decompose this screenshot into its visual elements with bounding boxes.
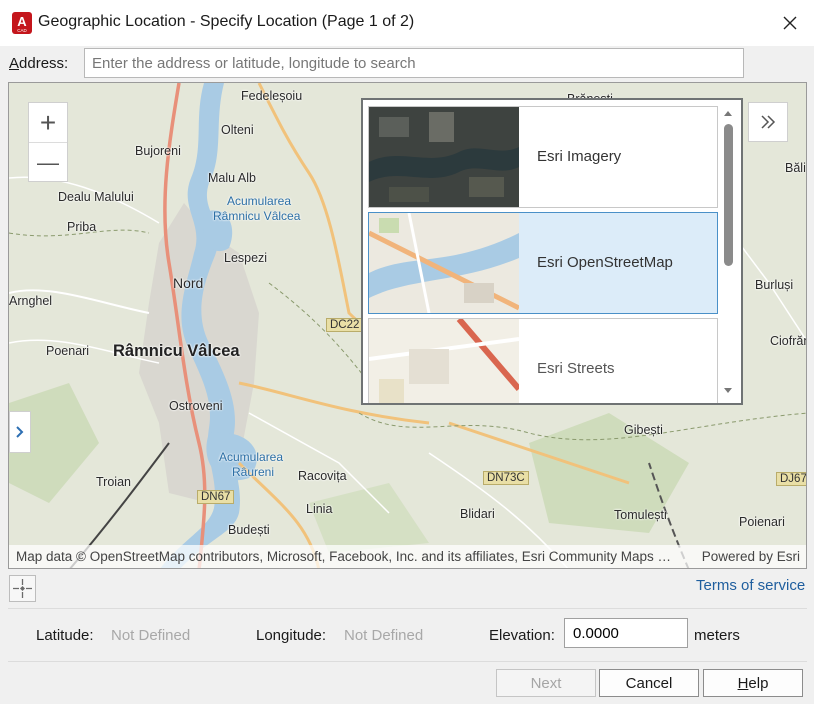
autocad-app-icon: A CAD <box>12 12 32 34</box>
crosshair-locate-icon <box>13 579 32 598</box>
next-button[interactable]: Next <box>496 669 596 697</box>
close-icon <box>783 16 797 30</box>
map-label-olteni: Olteni <box>221 123 254 137</box>
map-label-racovita: Racovița <box>298 469 347 483</box>
latitude-value: Not Defined <box>111 627 191 644</box>
longitude-value: Not Defined <box>344 627 424 644</box>
map-label-dc22: DC22 <box>326 318 364 332</box>
map-label-tomulesti: Tomulești <box>614 508 667 522</box>
double-chevron-right-icon <box>761 115 776 129</box>
basemap-item-esri-openstreetmap[interactable]: Esri OpenStreetMap <box>368 212 718 314</box>
basemap-item-label: Esri Streets <box>537 360 615 377</box>
scroll-up-arrow-icon <box>724 111 732 116</box>
map-label-burlusi: Burluși <box>755 278 794 292</box>
chevron-right-icon <box>16 426 24 438</box>
elevation-input[interactable] <box>564 618 688 648</box>
map-label-dealu-malului: Dealu Malului <box>58 190 134 204</box>
map-label-dn67: DN67 <box>197 490 235 504</box>
longitude-label: Longitude: <box>256 627 327 644</box>
map-label-priba: Priba <box>67 220 97 234</box>
map-attribution-text: Map data © OpenStreetMap contributors, M… <box>16 549 676 564</box>
locate-on-map-button[interactable] <box>9 575 36 602</box>
map-label-acumularea-rv: Acumularea <box>227 194 291 208</box>
map-label-malu-alb: Malu Alb <box>208 171 256 185</box>
basemap-item-label: Esri OpenStreetMap <box>537 254 673 271</box>
map-label-acumularea-raureni-2: Râureni <box>232 465 275 479</box>
map-label-lespezi: Lespezi <box>224 251 268 265</box>
map-label-ostroveni: Ostroveni <box>169 399 223 413</box>
zoom-control: + — <box>28 102 68 182</box>
map-label-acumularea-raureni: Acumularea <box>219 450 284 464</box>
map-label-blidari: Blidari <box>460 507 495 521</box>
map-label-dn73c: DN73C <box>483 471 529 485</box>
map-label-fedelesoiu: Fedeleșoiu <box>241 89 303 103</box>
address-label-text: ddress: <box>19 55 69 72</box>
map-label-ciofrang: Ciofrăn <box>770 334 807 348</box>
zoom-out-button[interactable]: — <box>29 143 67 182</box>
powered-by-esri: Powered by Esri <box>701 549 800 564</box>
basemap-gallery-toggle-button[interactable] <box>748 102 788 142</box>
elevation-unit: meters <box>694 627 740 644</box>
address-search-input[interactable] <box>84 48 744 78</box>
basemap-gallery: Esri Imagery Esri OpenStreetMap Esri Str… <box>361 98 743 405</box>
map-label-troian: Troian <box>96 475 131 489</box>
map-label-acumularea-rv-2: Râmnicu Vâlcea <box>213 209 301 223</box>
terms-of-service-link[interactable]: Terms of service <box>696 577 805 594</box>
close-button[interactable] <box>772 6 808 40</box>
side-panel-expand-button[interactable] <box>9 411 31 453</box>
app-icon-letter: A <box>17 14 27 29</box>
help-mnemonic: H <box>737 674 749 692</box>
basemap-item-esri-imagery[interactable]: Esri Imagery <box>368 106 718 208</box>
map-label-poenari-west: Poenari <box>46 344 90 358</box>
zoom-in-button[interactable]: + <box>29 103 67 143</box>
imagery-thumbnail <box>369 107 519 207</box>
cancel-button[interactable]: Cancel <box>599 669 699 697</box>
window-title: Geographic Location - Specify Location (… <box>38 13 415 30</box>
help-button[interactable]: Help <box>703 669 803 697</box>
map-label-bali: Băli <box>785 161 806 175</box>
address-label-mnemonic: A <box>9 55 20 72</box>
map-label-ramnicu-valcea: Râmnicu Vâlcea <box>113 342 240 360</box>
basemap-item-label: Esri Imagery <box>537 148 622 165</box>
address-label: Address: <box>9 55 68 72</box>
map-label-linia: Linia <box>306 502 333 516</box>
openstreetmap-thumbnail <box>369 213 519 313</box>
app-icon-sub: CAD <box>17 28 27 33</box>
map-label-bujoreni: Bujoreni <box>135 144 181 158</box>
streets-thumbnail <box>369 319 519 403</box>
map-label-nord: Nord <box>173 275 204 291</box>
map-label-budesti: Budești <box>228 523 270 537</box>
scroll-down-arrow-icon <box>724 388 732 393</box>
elevation-label: Elevation: <box>489 627 555 644</box>
gallery-scrollbar-thumb[interactable] <box>724 124 733 266</box>
basemap-item-esri-streets[interactable]: Esri Streets <box>368 318 718 403</box>
map-label-dj67: DJ67 <box>776 472 806 486</box>
gallery-scrollbar[interactable] <box>721 106 735 398</box>
map-attribution-bar: Map data © OpenStreetMap contributors, M… <box>9 545 806 568</box>
map-view[interactable]: Fedeleșoiu Olteni Bujoreni Malu Alb Deal… <box>8 82 807 569</box>
latitude-label: Latitude: <box>36 627 94 644</box>
minus-icon: — <box>37 149 59 175</box>
help-label: elp <box>748 674 769 692</box>
map-label-arnghel: Arnghel <box>9 294 53 308</box>
map-label-gibesti: Gibești <box>624 423 663 437</box>
plus-icon: + <box>39 106 57 138</box>
map-label-poienari-east: Poienari <box>739 515 785 529</box>
map-label-acumularea-rv-line1: Acumularea <box>227 194 292 208</box>
